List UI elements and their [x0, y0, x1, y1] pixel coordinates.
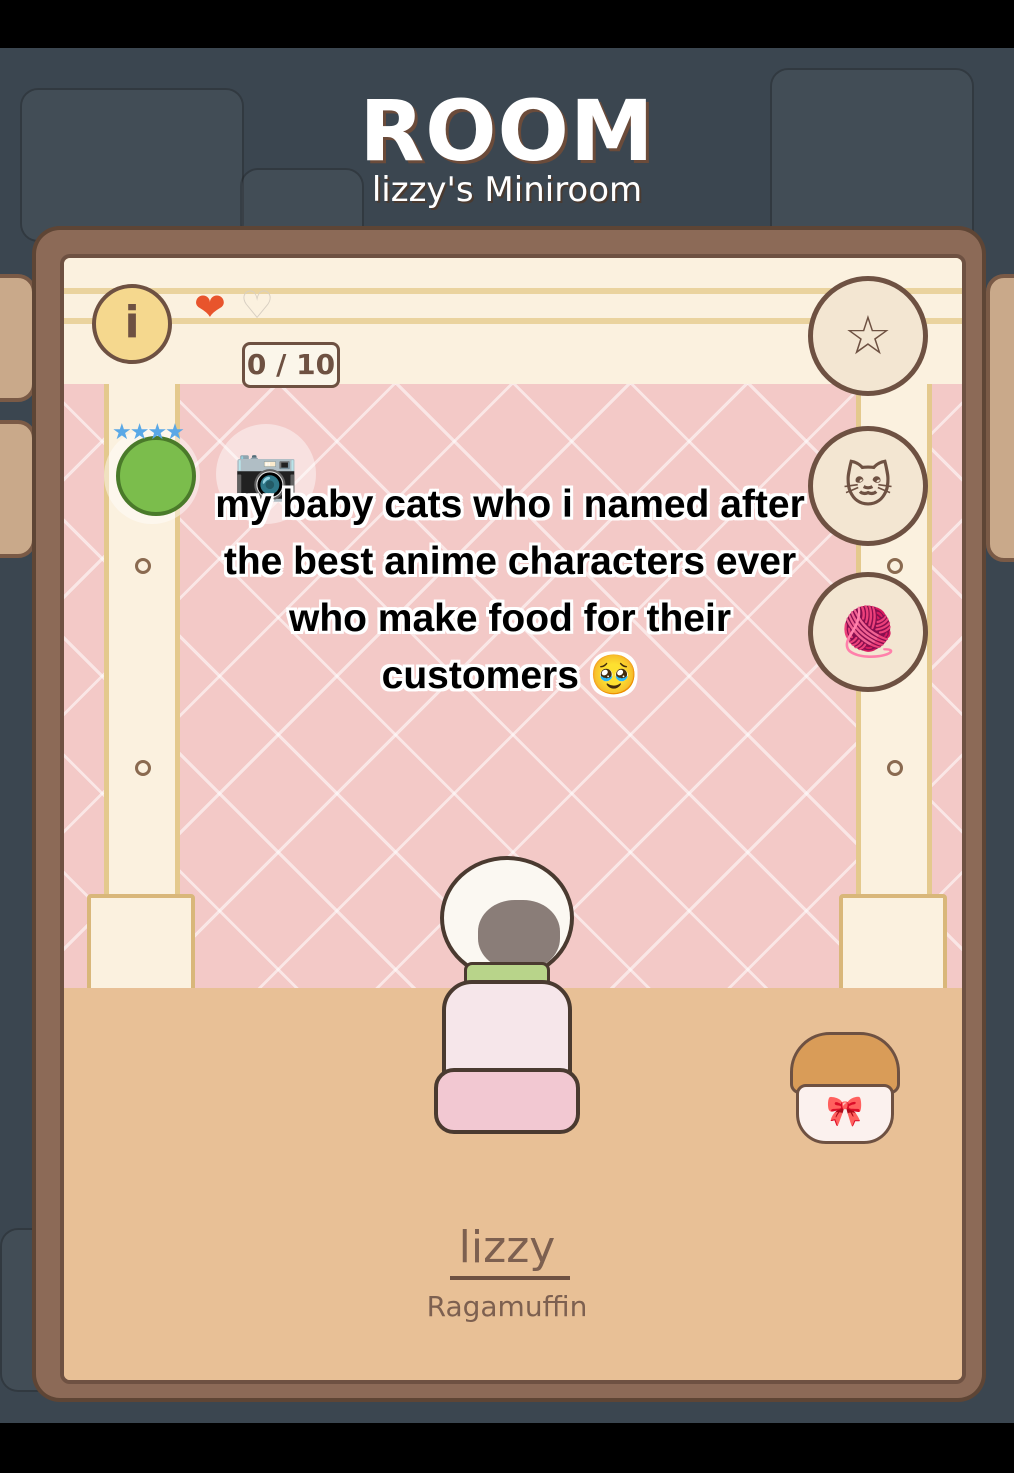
right-side-tab[interactable]: [986, 274, 1014, 562]
cats-swap-icon: 🐱: [842, 458, 894, 514]
cat-character[interactable]: [428, 850, 580, 1140]
cat-breed: Ragamuffin: [426, 1290, 588, 1323]
bread-basket-item[interactable]: 🎀: [782, 1014, 906, 1144]
left-side-tab-upper[interactable]: [0, 274, 36, 402]
room-card: [60, 254, 966, 1384]
cat-name: lizzy: [458, 1222, 556, 1273]
left-side-tab-lower[interactable]: [0, 420, 36, 558]
swap-cats-button[interactable]: 🐱: [808, 426, 928, 546]
room-owner-subtitle: lizzy's Miniroom: [371, 170, 643, 210]
name-divider: [450, 1276, 570, 1280]
likes-counter: 0 / 10: [242, 342, 340, 388]
bookmark-star-icon: ☆: [843, 304, 893, 367]
info-button[interactable]: i: [92, 284, 172, 364]
bow-decoration: 🎀: [826, 1094, 864, 1129]
video-caption: my baby cats who i named after the best …: [215, 483, 805, 697]
empty-heart-icon: ♡: [240, 283, 275, 327]
page-title: ROOM: [359, 82, 655, 180]
rating-stars-icon: ★★★★: [112, 420, 185, 445]
filled-heart-icon: ❤: [194, 285, 226, 329]
cabbage-icon: [116, 436, 196, 516]
bookmark-button[interactable]: ☆: [808, 276, 928, 396]
yarn-ball-button[interactable]: 🧶: [808, 572, 928, 692]
yarn-ball-icon: 🧶: [838, 604, 898, 660]
